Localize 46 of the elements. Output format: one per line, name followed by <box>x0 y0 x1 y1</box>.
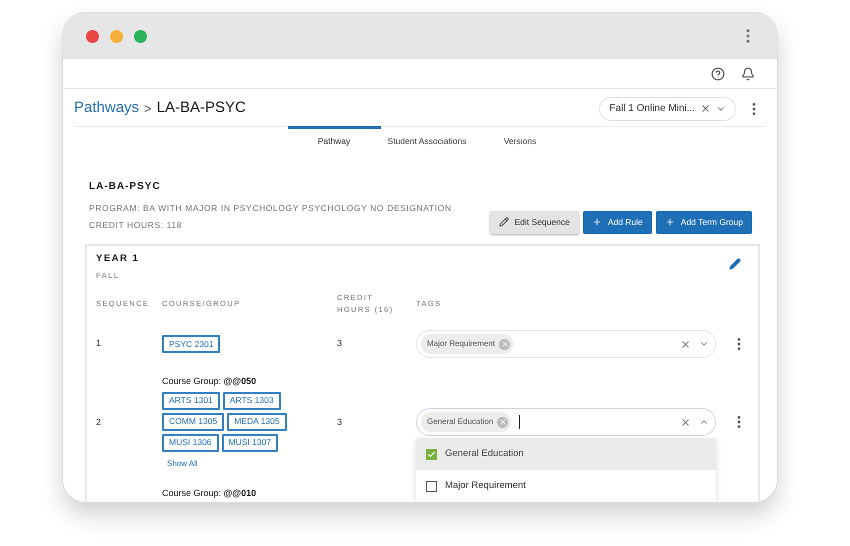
course-chip[interactable]: MUSI 1307 <box>222 434 278 452</box>
tab[interactable]: Pathway <box>288 126 380 153</box>
bell-icon[interactable] <box>741 66 755 80</box>
credit-hours: CREDIT HOURS: 118 <box>89 218 184 232</box>
course-chip[interactable]: COMM 1305 <box>162 412 224 430</box>
edit-icon[interactable] <box>729 258 741 270</box>
sequence-number: 2 <box>96 416 102 428</box>
program-description: PROGRAM: BA WITH MAJOR IN PSYCHOLOGY PSYCHOLOGY NO DESIGNATION <box>89 202 452 215</box>
year-title: YEAR 1 <box>96 252 140 266</box>
tags-field[interactable]: General Education <box>416 408 716 436</box>
plus-icon <box>592 217 602 227</box>
checkbox[interactable] <box>426 448 437 460</box>
tag-chip: General Education <box>421 412 512 432</box>
action-button[interactable]: Edit Sequence <box>490 210 579 234</box>
tab[interactable]: Versions <box>474 126 566 153</box>
pencil-icon <box>498 217 509 227</box>
tags-field[interactable]: Major Requirement <box>416 330 716 358</box>
breadcrumb-separator: > <box>144 100 152 118</box>
course-group-label: Course Group: @@050 <box>162 375 258 388</box>
action-button[interactable]: Add Term Group <box>656 210 752 234</box>
course-chip[interactable]: ARTS 1303 <box>222 392 281 410</box>
page-title: LA-BA-PSYC <box>156 98 246 118</box>
sequence-number: 1 <box>96 337 102 350</box>
tag-chip: Major Requirement <box>421 334 514 354</box>
action-button[interactable]: Add Rule <box>582 210 652 234</box>
dropdown-option[interactable]: Major Requirement <box>416 470 716 502</box>
show-all-link[interactable]: Show All <box>167 458 337 470</box>
course-group-label: Course Group: @@010 <box>162 486 258 500</box>
clear-icon[interactable] <box>700 103 711 114</box>
plus-icon <box>664 217 675 227</box>
credit-value: 3 <box>337 337 344 350</box>
course-chip[interactable]: MEDA 1305 <box>227 412 287 430</box>
program-code: LA-BA-PSYC <box>89 180 162 194</box>
dropdown-option[interactable]: General Education <box>416 438 716 470</box>
breadcrumb-link[interactable]: Pathways <box>74 97 140 120</box>
help-icon[interactable] <box>711 66 725 80</box>
clear-icon[interactable] <box>680 416 691 428</box>
tab[interactable]: Student Associations <box>380 126 474 153</box>
checkbox[interactable] <box>426 480 437 492</box>
course-chip[interactable]: MUSI 1306 <box>162 434 219 452</box>
text-cursor <box>519 415 520 430</box>
clear-icon[interactable] <box>680 338 691 350</box>
term-select[interactable]: Fall 1 Online Mini... <box>599 96 736 120</box>
credit-value: 3 <box>337 416 344 428</box>
course-chip[interactable]: ARTS 1301 <box>162 392 220 410</box>
course-chip[interactable]: PSYC 2301 <box>162 335 220 353</box>
